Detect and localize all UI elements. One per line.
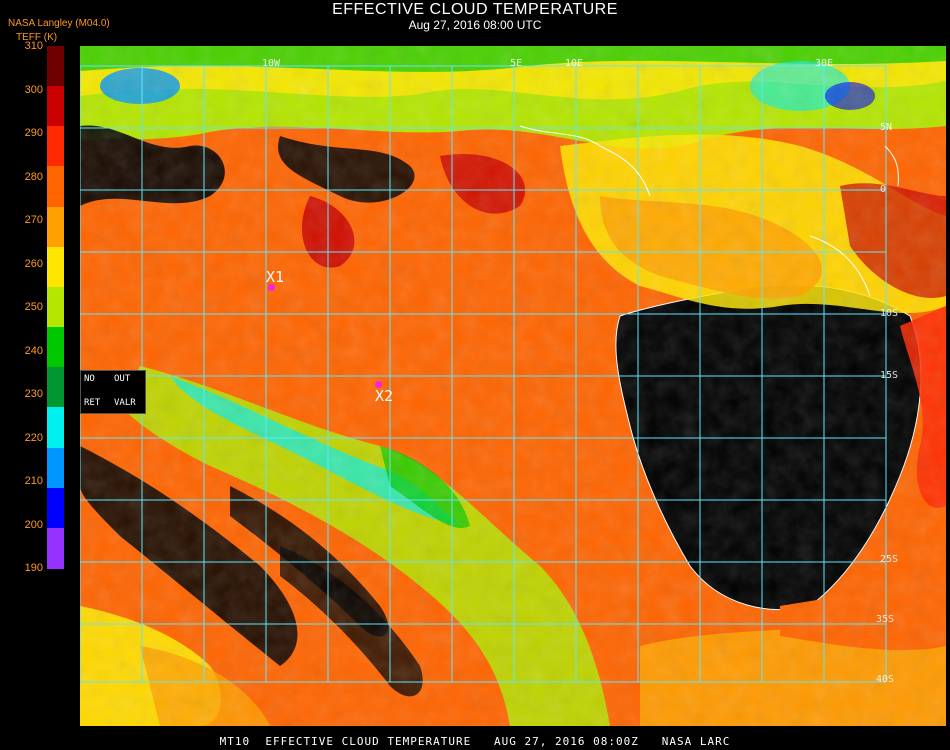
- latitude-label: 0: [880, 184, 887, 195]
- legend-tick: 310: [24, 40, 43, 52]
- latitude-label: 10S: [880, 308, 899, 319]
- footer-caption: MT10 EFFECTIVE CLOUD TEMPERATURE AUG 27,…: [219, 735, 731, 748]
- latitude-label: 40S: [876, 674, 895, 685]
- longitude-label: 10E: [565, 58, 584, 69]
- legend-color-cell: [47, 286, 64, 328]
- status-ret: RET: [84, 398, 101, 408]
- legend-tick: 240: [24, 344, 43, 357]
- status-valr: VALR: [114, 398, 136, 408]
- legend-color-cell: [47, 527, 64, 569]
- legend-tick: 300: [24, 83, 43, 96]
- legend-tick: 190: [24, 562, 43, 574]
- marker-x1-label: X1: [266, 268, 285, 286]
- legend-color-cell: [47, 86, 64, 128]
- legend-tick: 230: [24, 388, 43, 400]
- legend-tick: 220: [24, 431, 43, 444]
- cloud-temperature-map: [79, 46, 946, 726]
- status-box: NO OUT RET VALR: [80, 370, 146, 414]
- longitude-label: 5E: [510, 58, 523, 69]
- legend-tick: 290: [24, 127, 43, 139]
- legend-color-cell: [47, 367, 64, 409]
- longitude-label: 10W: [262, 58, 281, 69]
- legend-color-cell: [47, 246, 64, 288]
- latitude-label: 25S: [880, 554, 899, 565]
- status-out: OUT: [114, 374, 131, 384]
- map-canvas: [79, 46, 946, 726]
- latitude-label: 15S: [880, 370, 899, 381]
- legend-tick: 260: [24, 257, 43, 270]
- legend-color-cell: [47, 447, 64, 489]
- legend-tick: 280: [24, 170, 43, 183]
- legend-color-cell: [47, 487, 64, 529]
- legend-color-cell: [47, 46, 64, 87]
- map-datetime: Aug 27, 2016 08:00 UTC: [408, 18, 542, 32]
- legend-tick: 270: [24, 214, 43, 226]
- legend-tick: 210: [24, 475, 43, 487]
- longitude-label: 30E: [815, 58, 834, 69]
- status-no: NO: [84, 374, 95, 384]
- legend-color-cell: [47, 327, 64, 369]
- marker-x2-label: X2: [375, 387, 394, 405]
- legend-tick: 250: [24, 301, 43, 313]
- legend-color-cell: [47, 206, 64, 248]
- latitude-label: 35S: [876, 614, 895, 625]
- legend-tick: 200: [24, 518, 43, 531]
- map-title: EFFECTIVE CLOUD TEMPERATURE: [332, 1, 618, 18]
- latitude-label: 5N: [880, 122, 893, 133]
- legend-org: NASA Langley (M04.0): [8, 18, 110, 29]
- legend-color-cell: [47, 407, 64, 449]
- legend-color-cell: [47, 166, 64, 208]
- legend-color-cell: [47, 126, 64, 168]
